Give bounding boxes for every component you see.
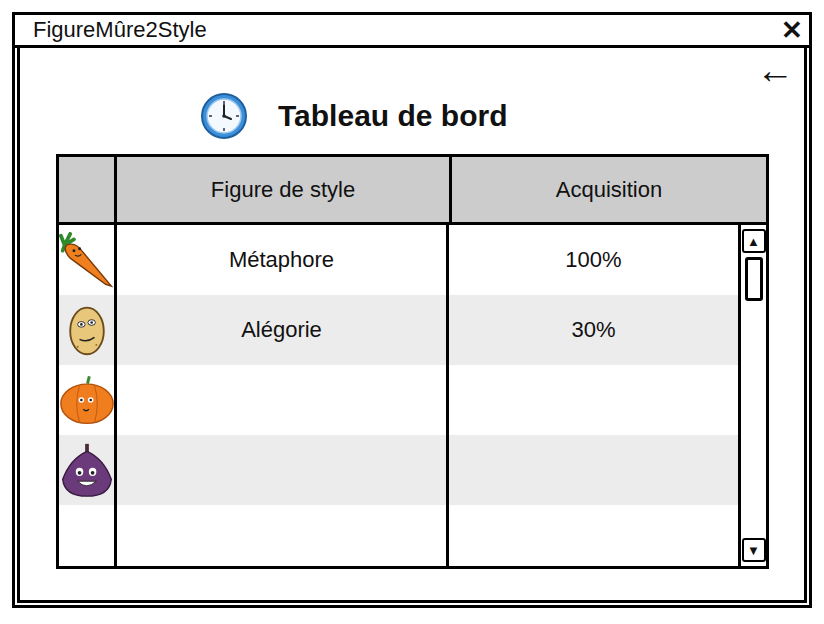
- table-row[interactable]: Métaphore100%: [59, 225, 738, 295]
- icon-cell: [59, 225, 117, 295]
- heading: Tableau de bord: [20, 88, 804, 144]
- figure-cell: Métaphore: [117, 225, 449, 295]
- figure-cell: [117, 365, 449, 435]
- table-row[interactable]: Alégorie30%: [59, 295, 738, 365]
- figure-cell: [117, 435, 449, 505]
- icon-column-header: [59, 157, 117, 222]
- table-row[interactable]: [59, 435, 738, 505]
- app-window: FigureMûre2Style ✕ ← Tableau de bord Figure …: [12, 12, 812, 608]
- table-body: Métaphore100%Alégorie30%▲▼: [59, 225, 766, 566]
- acquisition-cell: 30%: [449, 295, 738, 365]
- close-button[interactable]: ✕: [781, 17, 803, 43]
- column-header[interactable]: Acquisition: [449, 157, 766, 222]
- clock-icon: [200, 92, 248, 140]
- scroll-thumb[interactable]: [745, 257, 763, 301]
- title-bar: FigureMûre2Style ✕: [15, 15, 809, 48]
- table-rows: Métaphore100%Alégorie30%: [59, 225, 738, 566]
- potato-icon: [59, 302, 115, 358]
- carrot-icon: [59, 232, 115, 288]
- acquisition-cell: 100%: [449, 225, 738, 295]
- window-body: ← Tableau de bord Figure de styleAcquisiti…: [17, 48, 807, 603]
- scroll-up-button[interactable]: ▲: [742, 229, 766, 253]
- screen: FigureMûre2Style ✕ ← Tableau de bord Figure …: [0, 0, 824, 624]
- acquisition-cell: [449, 365, 738, 435]
- figure-cell: Alégorie: [117, 295, 449, 365]
- window-title: FigureMûre2Style: [33, 17, 207, 43]
- icon-cell: [59, 295, 117, 365]
- acquisition-cell: [449, 435, 738, 505]
- table-header: Figure de styleAcquisition: [59, 157, 766, 225]
- scrollbar[interactable]: ▲▼: [738, 225, 766, 566]
- pumpkin-icon: [59, 372, 115, 428]
- column-header[interactable]: Figure de style: [117, 157, 449, 222]
- skills-table: Figure de styleAcquisitionMétaphore100%A…: [56, 154, 769, 569]
- table-row[interactable]: [59, 365, 738, 435]
- back-button[interactable]: ←: [756, 51, 794, 89]
- top-line: ←: [20, 52, 804, 88]
- dashboard-title: Tableau de bord: [278, 99, 507, 133]
- scroll-down-button[interactable]: ▼: [742, 538, 766, 562]
- fig-icon: [59, 442, 115, 498]
- icon-cell: [59, 365, 117, 435]
- empty-row: [59, 505, 738, 566]
- icon-cell: [59, 435, 117, 505]
